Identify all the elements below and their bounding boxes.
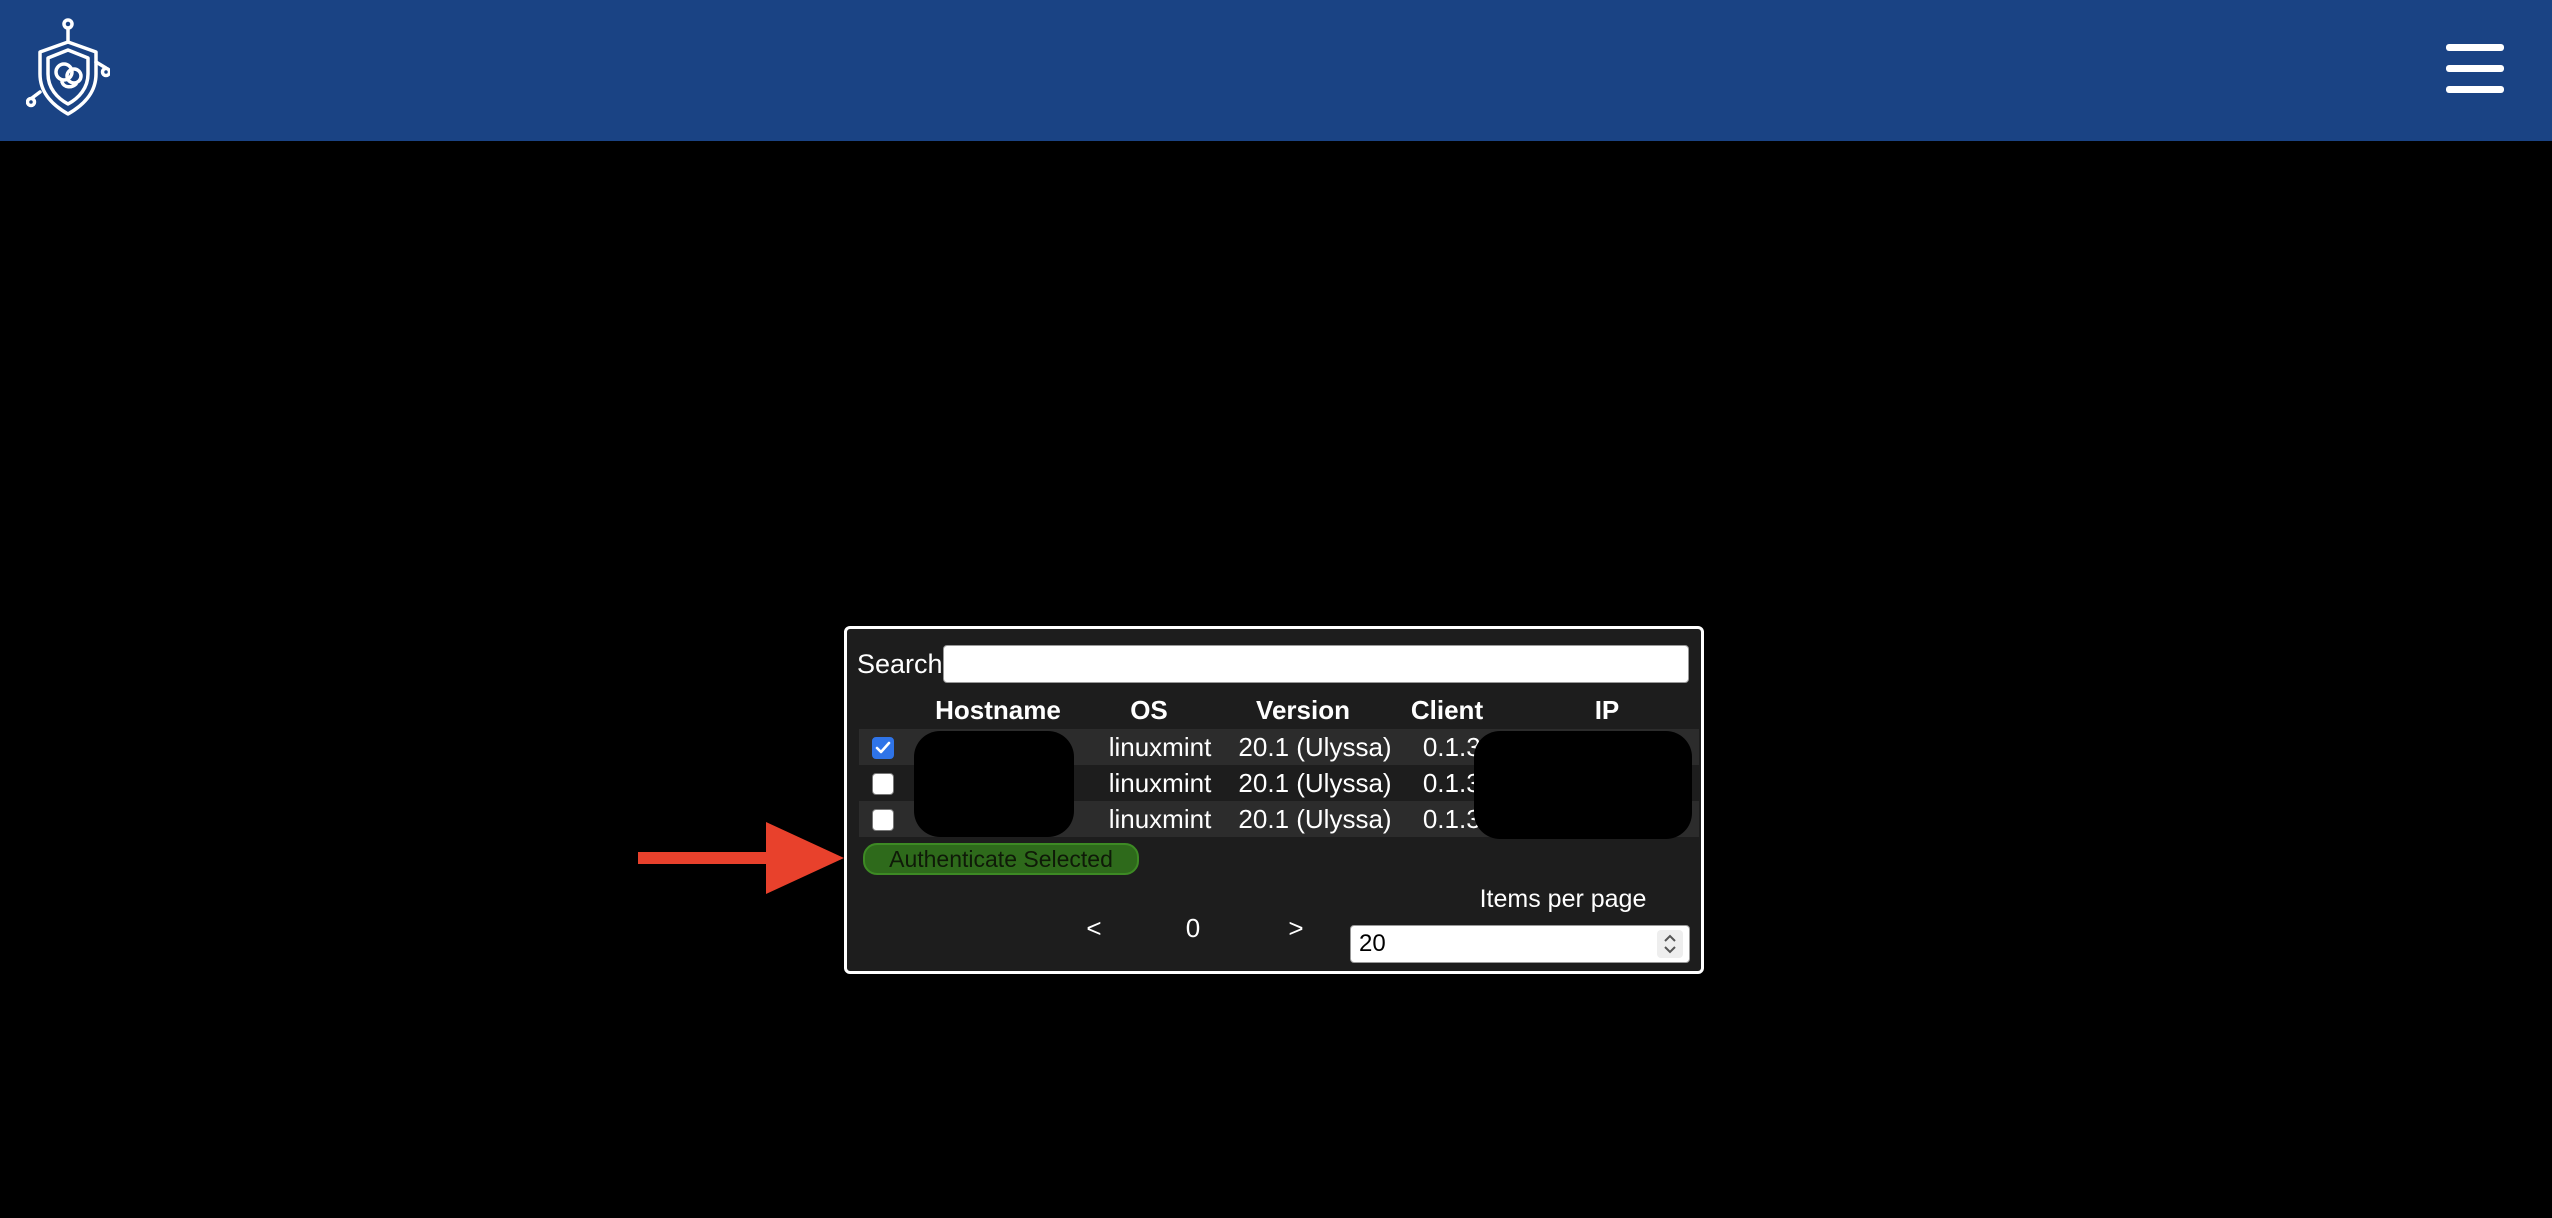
menu-bar-top — [2446, 44, 2504, 51]
top-header — [0, 0, 2552, 141]
menu-bar-middle — [2446, 65, 2504, 72]
hostname-redaction — [914, 731, 1074, 837]
column-header-os[interactable]: OS — [1099, 695, 1199, 726]
device-panel: Search Hostname OS Version Client IP lin… — [844, 626, 1704, 974]
search-input[interactable] — [943, 645, 1689, 683]
prev-page-button[interactable]: < — [1079, 913, 1109, 944]
checkmark-icon — [875, 741, 891, 754]
search-label: Search — [857, 649, 943, 679]
os-cell: linuxmint — [1108, 804, 1212, 834]
items-per-page-input[interactable]: 20 — [1350, 925, 1690, 963]
stepper-arrows-icon — [1664, 934, 1676, 954]
number-stepper[interactable] — [1657, 930, 1683, 958]
row-checkbox[interactable] — [872, 809, 894, 831]
shield-logo-icon[interactable] — [26, 18, 110, 122]
column-header-ip[interactable]: IP — [1547, 695, 1667, 726]
authenticate-selected-button[interactable]: Authenticate Selected — [863, 843, 1139, 875]
ip-redaction — [1474, 731, 1692, 839]
version-cell: 20.1 (Ulyssa) — [1238, 768, 1392, 798]
os-cell: linuxmint — [1108, 768, 1212, 798]
page-number: 0 — [1185, 913, 1201, 943]
column-header-client[interactable]: Client — [1387, 695, 1507, 726]
red-arrow-annotation — [638, 822, 844, 894]
version-cell: 20.1 (Ulyssa) — [1238, 732, 1392, 762]
hamburger-menu-icon[interactable] — [2446, 44, 2504, 94]
column-header-version[interactable]: Version — [1223, 695, 1383, 726]
column-header-hostname[interactable]: Hostname — [923, 695, 1073, 726]
os-cell: linuxmint — [1108, 732, 1212, 762]
row-checkbox[interactable] — [872, 773, 894, 795]
items-per-page-value: 20 — [1359, 930, 1386, 957]
items-per-page-label: Items per page — [1479, 885, 1647, 913]
next-page-button[interactable]: > — [1281, 913, 1311, 944]
menu-bar-bottom — [2446, 86, 2504, 93]
row-checkbox[interactable] — [872, 737, 894, 759]
version-cell: 20.1 (Ulyssa) — [1238, 804, 1392, 834]
